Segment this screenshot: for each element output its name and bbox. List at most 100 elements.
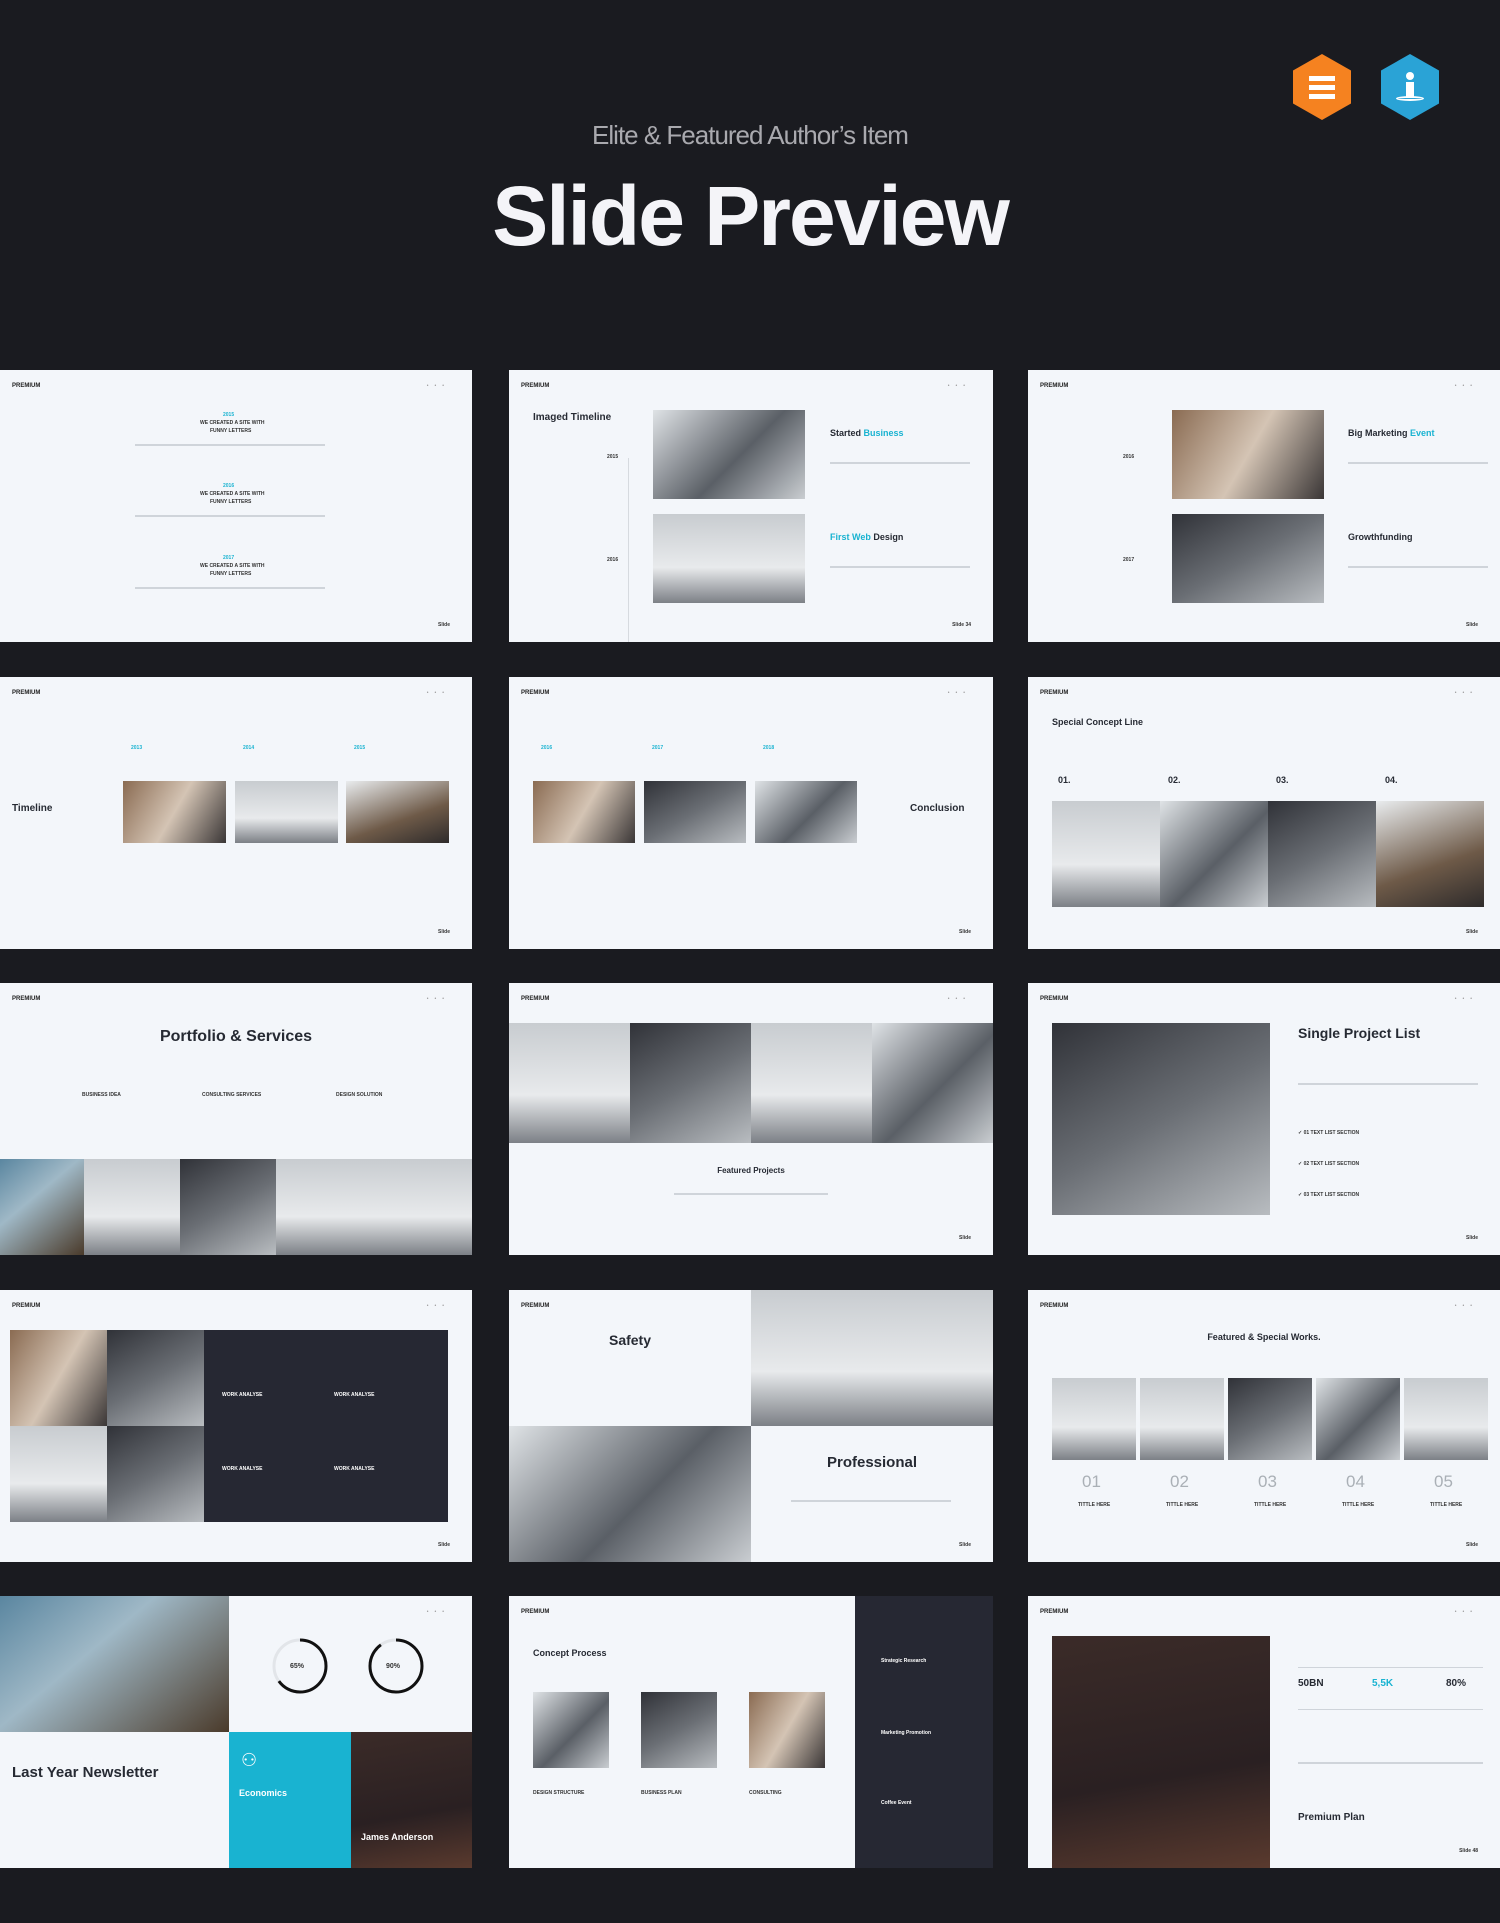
photo <box>641 1692 717 1768</box>
slide-conclusion: PREMIUM ••• Conclusion 2016 2017 2018 Sl… <box>509 677 993 949</box>
step-number: 03. <box>1276 775 1289 785</box>
brand: PREMIUM <box>12 1303 41 1309</box>
year: 2016 <box>541 745 553 751</box>
service-title: CONSULTING SERVICES <box>202 1092 262 1098</box>
stat-value: 90% <box>386 1663 401 1670</box>
work-number: 01 <box>1082 1472 1101 1491</box>
slide-footer: Slide 48 <box>1459 1848 1478 1854</box>
slide-marketing-event: PREMIUM ••• 2016 2017 Big Marketing Even… <box>1028 370 1500 642</box>
work-number: 03 <box>1258 1472 1277 1491</box>
text-line <box>1298 1762 1483 1764</box>
brand: PREMIUM <box>12 996 41 1002</box>
year: 2016 <box>607 557 619 563</box>
text-line <box>674 1193 828 1195</box>
divider <box>1298 1709 1483 1710</box>
photo <box>346 781 449 843</box>
photo <box>533 1692 609 1768</box>
item-title: WE CREATED A SITE WITH <box>200 420 265 426</box>
photo <box>751 1290 993 1426</box>
slide-footer: Slide <box>1466 1542 1478 1548</box>
brand: PREMIUM <box>521 996 550 1002</box>
photo <box>276 1159 472 1255</box>
slide-footer: Slide <box>438 1542 450 1548</box>
item-title: Big Marketing Event <box>1348 428 1435 438</box>
office-photo <box>1172 514 1324 603</box>
text-line <box>135 444 325 446</box>
users-icon: ⚇ <box>241 1750 258 1770</box>
dark-panel: Strategic Research Marketing Promotion C… <box>855 1596 993 1868</box>
header-subtitle: Elite & Featured Author’s Item <box>592 120 909 150</box>
brand: PREMIUM <box>1040 1303 1069 1309</box>
photo <box>509 1426 751 1562</box>
slide-title: Safety <box>608 1332 652 1348</box>
photo <box>84 1159 180 1255</box>
slide-title: Professional <box>826 1454 918 1471</box>
slide-premium-plan: PREMIUM ••• 50BN 5,5K 80% Premium Plan S… <box>1028 1596 1500 1868</box>
photo <box>509 1023 630 1143</box>
slide-title: Portfolio & Services <box>159 1028 313 1045</box>
slide-nav: ••• <box>1454 383 1478 389</box>
feature-title: WORK ANALYSE <box>334 1392 375 1398</box>
text-line <box>1348 462 1488 464</box>
item-title: Growthfunding <box>1348 532 1413 542</box>
work-photo <box>1228 1378 1312 1460</box>
phone-photo <box>107 1426 204 1522</box>
step-number: 02. <box>1168 775 1181 785</box>
brand: PREMIUM <box>521 1303 550 1309</box>
photo <box>630 1023 751 1143</box>
year: 2015 <box>354 745 366 751</box>
slide-nav: ••• <box>947 690 971 696</box>
brand: PREMIUM <box>1040 1609 1069 1615</box>
slide-featured-special-works: PREMIUM ••• Featured & Special Works. 01… <box>1028 1290 1500 1562</box>
work-title: TITTLE HERE <box>1342 1502 1375 1508</box>
list-item: ✓ 01 TEXT LIST SECTION <box>1298 1130 1360 1136</box>
service-title: DESIGN SOLUTION <box>336 1092 383 1098</box>
photo <box>755 781 857 843</box>
photo <box>1268 801 1376 907</box>
feature-title: WORK ANALYSE <box>222 1392 263 1398</box>
text-line <box>830 566 970 568</box>
slide-special-concept-line: PREMIUM ••• Special Concept Line 01. 02.… <box>1028 677 1500 949</box>
brand: PREMIUM <box>521 690 550 696</box>
year: 2017 <box>1123 557 1135 563</box>
brand: PREMIUM <box>12 690 41 696</box>
slide-title: Concept Process <box>533 1648 607 1658</box>
photo <box>751 1023 872 1143</box>
item-title: FUNNY LETTERS <box>210 499 252 505</box>
slide-title: Timeline <box>12 803 53 814</box>
year: 2016 <box>223 483 235 489</box>
step-title: CONSULTING <box>749 1790 782 1796</box>
year: 2016 <box>1123 454 1135 460</box>
slide-footer: Slide <box>1466 622 1478 628</box>
slide-single-project-list: PREMIUM ••• Single Project List ✓ 01 TEX… <box>1028 983 1500 1255</box>
brand: PREMIUM <box>1040 996 1069 1002</box>
photo <box>1052 801 1160 907</box>
stat-value: 5,5K <box>1372 1678 1394 1689</box>
slide-footer: Slide <box>959 1542 971 1548</box>
slide-nav: ••• <box>426 1609 450 1615</box>
item-title: WE CREATED A SITE WITH <box>200 563 265 569</box>
slide-timeline-text: PREMIUM ••• 2015 WE CREATED A SITE WITH … <box>0 370 472 642</box>
item-title: FUNNY LETTERS <box>210 428 252 434</box>
side-item: Marketing Promotion <box>881 1730 932 1736</box>
text-line <box>135 515 325 517</box>
slide-portfolio-services: PREMIUM ••• Portfolio & Services BUSINES… <box>0 983 472 1255</box>
text-line <box>135 587 325 589</box>
step-number: 01. <box>1058 775 1071 785</box>
divider <box>1298 1667 1483 1668</box>
photo <box>10 1426 107 1522</box>
work-photo <box>1140 1378 1224 1460</box>
text-line <box>1348 566 1488 568</box>
feature-title: WORK ANALYSE <box>334 1466 375 1472</box>
service-title: BUSINESS IDEA <box>82 1092 121 1098</box>
slide-nav: ••• <box>426 383 450 389</box>
stat-value: 65% <box>290 1663 305 1670</box>
step-title: BUSINESS PLAN <box>641 1790 682 1796</box>
team-photo <box>653 514 805 603</box>
slide-title: Featured Projects <box>717 1166 785 1175</box>
slide-nav: ••• <box>426 690 450 696</box>
work-photo <box>1316 1378 1400 1460</box>
slide-nav: ••• <box>1454 996 1478 1002</box>
featured-author-badge-icon <box>1381 54 1439 120</box>
slide-last-year-newsletter: ••• 65% 90% Last Year Newsletter ⚇ Econo… <box>0 1596 472 1868</box>
